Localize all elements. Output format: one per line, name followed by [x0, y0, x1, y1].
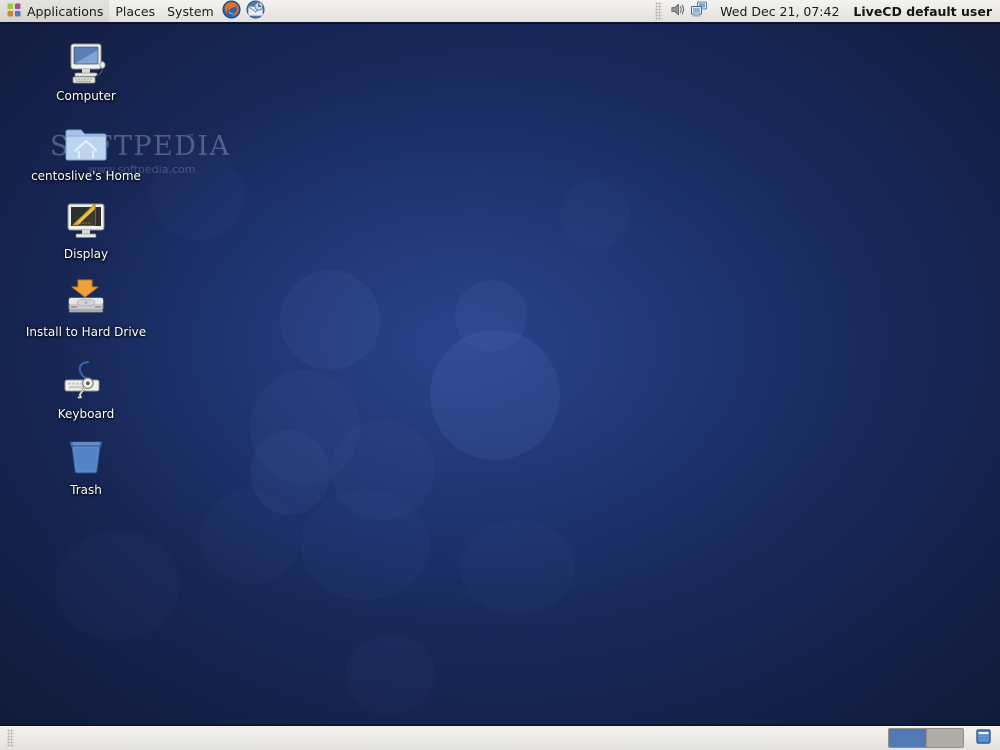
- desktop-icon-home[interactable]: centoslive's Home: [20, 118, 152, 183]
- window-list-grip[interactable]: [7, 729, 14, 747]
- volume-tray-icon[interactable]: [666, 0, 688, 22]
- trash-drawer-icon: [974, 727, 993, 750]
- network-tray-icon[interactable]: [688, 0, 710, 22]
- desktop-icon-label: Trash: [70, 483, 102, 497]
- desktop-icon-install-to-hard-drive[interactable]: Install to Hard Drive: [20, 274, 152, 339]
- network-monitors-icon: [690, 0, 708, 22]
- desktop-icon-trash[interactable]: Trash: [20, 432, 152, 497]
- desktop-icon-label: centoslive's Home: [31, 169, 141, 183]
- workspace-1[interactable]: [889, 729, 926, 747]
- desktop-icon-computer[interactable]: Computer: [20, 38, 152, 103]
- places-menu[interactable]: Places: [109, 0, 161, 22]
- home-folder-icon: [62, 118, 110, 166]
- desktop-icon-keyboard[interactable]: Keyboard: [20, 356, 152, 421]
- trash-applet[interactable]: [972, 727, 994, 749]
- system-menu-label: System: [167, 4, 214, 19]
- evolution-mail-icon: [246, 0, 265, 23]
- top-panel: Applications Places System: [0, 0, 1000, 24]
- clock[interactable]: Wed Dec 21, 07:42: [710, 4, 849, 19]
- firefox-icon: [222, 0, 241, 23]
- bottom-panel: [0, 724, 1000, 750]
- workspace-2[interactable]: [926, 729, 963, 747]
- evolution-launcher[interactable]: [245, 0, 267, 22]
- workspace-switcher[interactable]: [888, 728, 964, 748]
- desktop-icon-label: Keyboard: [58, 407, 114, 421]
- keyboard-settings-icon: [62, 356, 110, 404]
- trash-bin-icon: [62, 432, 110, 480]
- applications-menu[interactable]: Applications: [0, 0, 109, 22]
- user-menu[interactable]: LiveCD default user: [849, 4, 1000, 19]
- firefox-launcher[interactable]: [221, 0, 243, 22]
- notification-area-grip[interactable]: [655, 2, 662, 20]
- hard-drive-install-icon: [62, 274, 110, 322]
- desktop-icon-label: Display: [64, 247, 108, 261]
- centos-logo-icon: [6, 2, 22, 21]
- places-menu-label: Places: [115, 4, 155, 19]
- desktop-icon-label: Computer: [56, 89, 116, 103]
- display-settings-icon: [62, 196, 110, 244]
- computer-monitor-icon: [62, 38, 110, 86]
- desktop-root: SOFTPEDIA ™ www.softpedia.com: [0, 0, 1000, 750]
- desktop-icon-display[interactable]: Display: [20, 196, 152, 261]
- speaker-icon: [669, 1, 686, 22]
- applications-menu-label: Applications: [27, 4, 103, 19]
- desktop-icon-label: Install to Hard Drive: [26, 325, 146, 339]
- system-menu[interactable]: System: [161, 0, 220, 22]
